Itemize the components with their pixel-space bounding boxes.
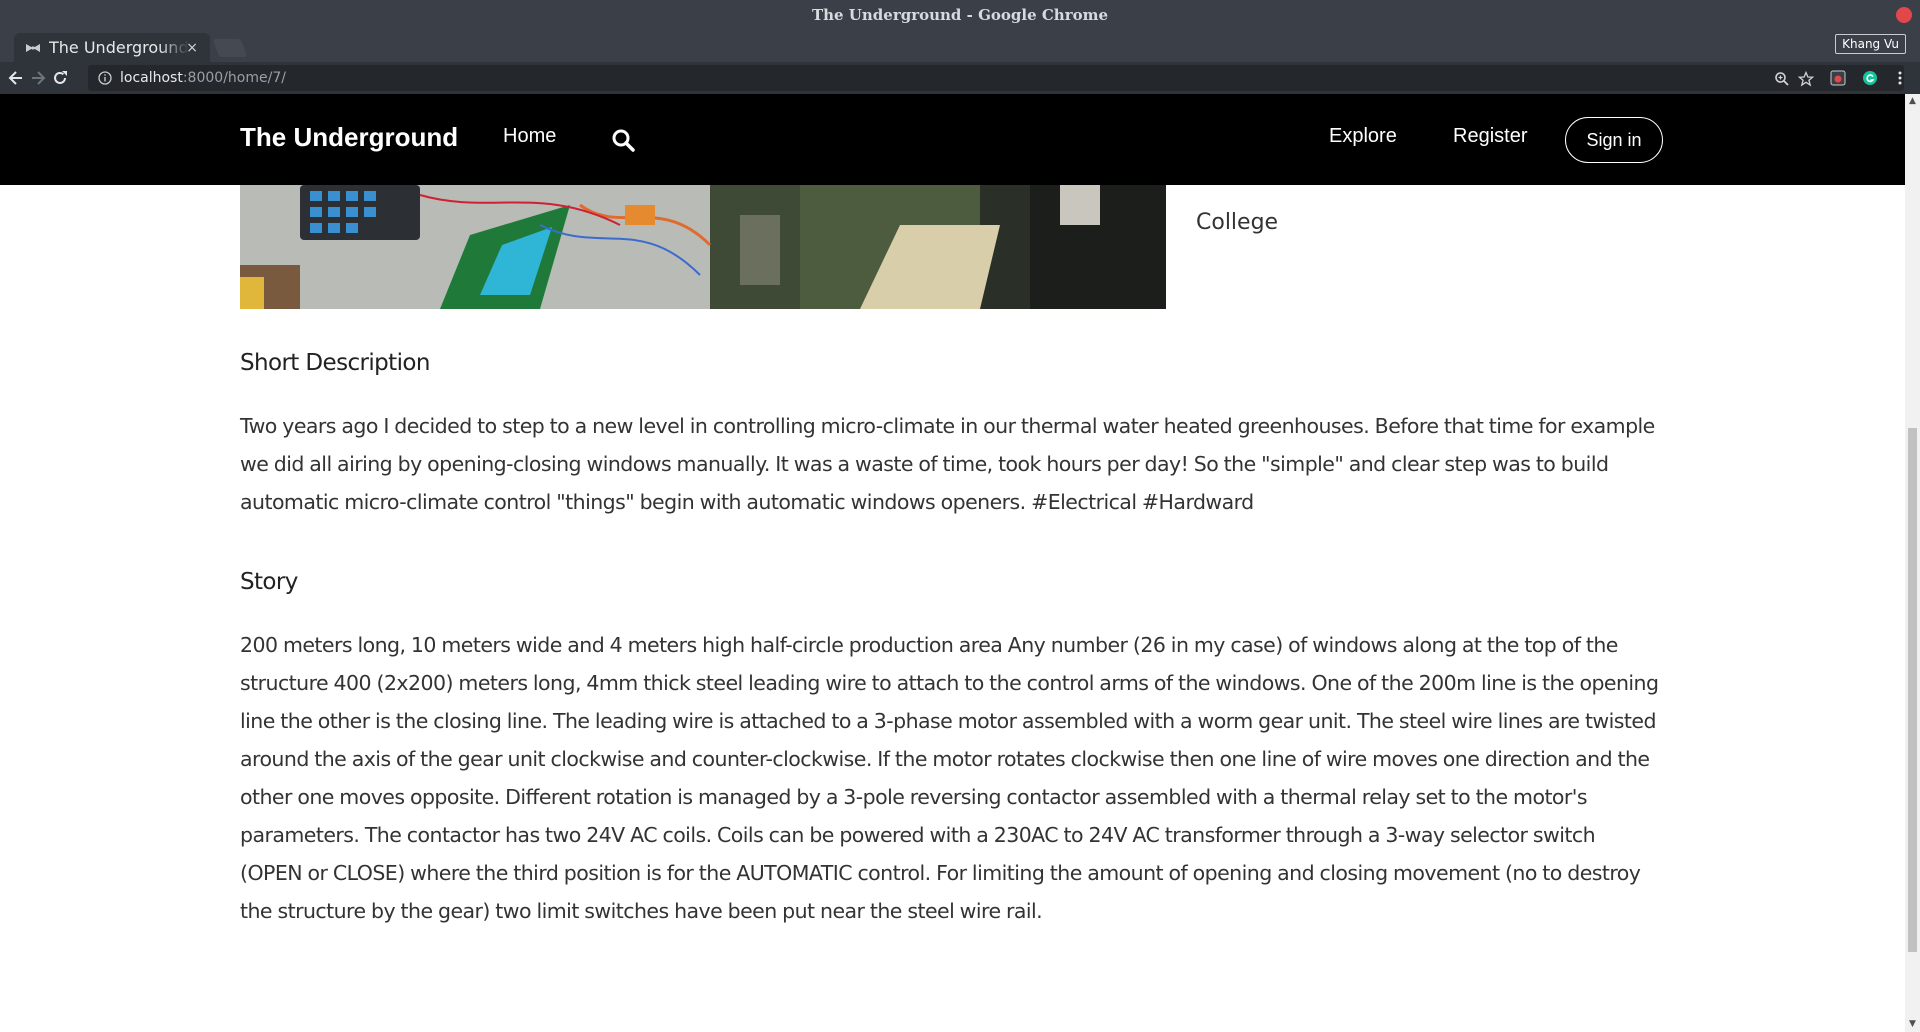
window-title: The Underground - Google Chrome [811, 6, 1109, 24]
scroll-up-icon[interactable]: ▲ [1905, 94, 1920, 109]
scrollbar-thumb[interactable] [1908, 428, 1917, 952]
back-icon[interactable] [6, 68, 26, 88]
page-scrollbar[interactable]: ▲ ▼ [1905, 94, 1920, 1032]
url-host: localhost [120, 70, 183, 86]
url-text[interactable]: localhost:8000/home/7/ [120, 65, 286, 91]
tab-close-icon[interactable]: × [186, 33, 198, 63]
reload-icon[interactable] [50, 68, 70, 88]
site-navbar: The Underground Home Explore Register Si… [0, 94, 1905, 185]
browser-toolbar: localhost:8000/home/7/ [0, 62, 1920, 94]
short-description-text: Two years ago I decided to step to a new… [240, 414, 1655, 514]
profile-button[interactable]: Khang Vu [1835, 34, 1906, 54]
extension-icon[interactable] [1830, 70, 1846, 86]
story-text: 200 meters long, 10 meters wide and 4 me… [240, 633, 1659, 923]
nav-explore-link[interactable]: Explore [1329, 125, 1397, 148]
short-description-heading: Short Description [240, 350, 430, 376]
site-brand[interactable]: The Underground [240, 122, 458, 153]
grammarly-icon[interactable] [1862, 70, 1878, 86]
project-image [240, 185, 1166, 309]
address-bar[interactable]: localhost:8000/home/7/ [88, 65, 1904, 91]
nav-register-link[interactable]: Register [1453, 125, 1527, 148]
story-heading: Story [240, 569, 298, 595]
kebab-menu-icon[interactable] [1894, 70, 1906, 86]
new-tab-button[interactable] [212, 39, 248, 57]
zoom-icon[interactable] [1774, 71, 1790, 87]
forward-icon[interactable] [28, 68, 48, 88]
scroll-down-icon[interactable]: ▼ [1905, 1017, 1920, 1032]
project-category: College [1196, 210, 1279, 235]
search-icon[interactable] [611, 128, 635, 152]
info-icon[interactable] [98, 71, 112, 85]
browser-tab[interactable]: The Underground × [14, 33, 210, 63]
bowtie-favicon-icon [26, 44, 40, 52]
tab-title: The Underground [49, 33, 189, 63]
page-viewport: The Underground Home Explore Register Si… [0, 94, 1905, 1032]
url-path: :8000/home/7/ [182, 70, 286, 86]
tab-strip: The Underground × Khang Vu [0, 30, 1920, 63]
project-photo-graphic [240, 185, 1166, 309]
sign-in-button[interactable]: Sign in [1565, 117, 1663, 163]
window-close-button[interactable] [1896, 7, 1912, 23]
nav-home-link[interactable]: Home [503, 125, 556, 148]
window-title-bar: The Underground - Google Chrome [0, 0, 1920, 30]
star-icon[interactable] [1798, 71, 1814, 87]
